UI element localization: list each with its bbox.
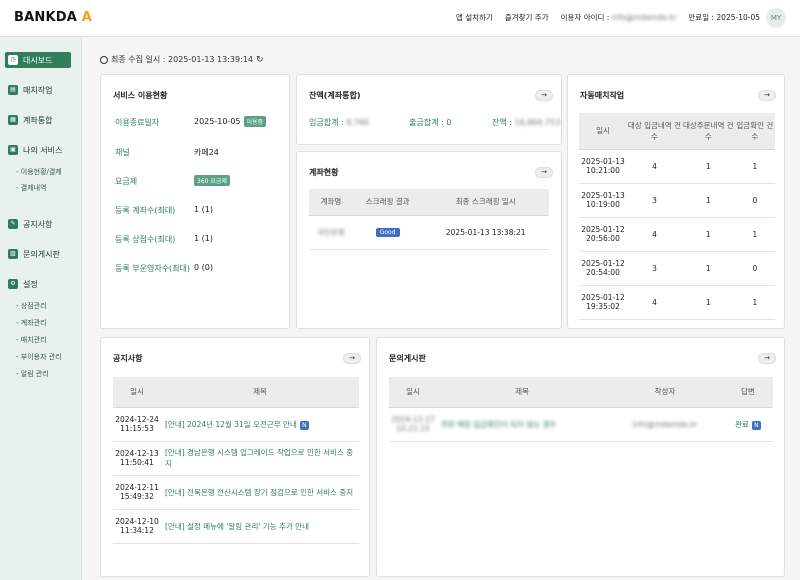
withdraw-total: 출금합계 : 0 [409, 118, 452, 127]
sidebar-sub-payment[interactable]: - 결제내역 [16, 183, 47, 193]
install-app-link[interactable]: 앱 설치하기 [456, 12, 493, 23]
account-more-button[interactable]: → [535, 167, 553, 178]
sidebar-sub-subuser[interactable]: - 부이용자 관리 [16, 352, 62, 362]
notice-card: 공지사항 → 일시 제목 2024-12-24 11:15:53 [안내] 202… [100, 337, 370, 577]
notice-more-button[interactable]: → [343, 353, 361, 364]
match-icon: ▤ [8, 85, 18, 95]
dashboard-icon: ◷ [8, 55, 18, 65]
plan-badge: 360 요금제 [194, 175, 230, 186]
service-value: 0 (0) [194, 263, 213, 272]
table-row: 2025-01-13 10:21:00 411 [579, 149, 775, 184]
add-favorite-link[interactable]: 즐겨찾기 추가 [505, 12, 549, 23]
sidebar-sub-usage[interactable]: - 이용현황/결제 [16, 167, 62, 177]
status-badge: 이용중 [243, 116, 267, 127]
sidebar-sub-account[interactable]: - 계좌관리 [16, 318, 47, 328]
service-label: 요금제 [115, 177, 138, 186]
sidebar-item-notice[interactable]: ✎ 공지사항 [8, 216, 52, 232]
clock-icon [100, 55, 108, 64]
deposit-total: 입금합계 : 8,760 [309, 118, 370, 127]
table-row: 2025-01-13 10:19:00 310 [579, 183, 775, 218]
balance-more-button[interactable]: → [535, 90, 553, 101]
sidebar-sub-match[interactable]: - 매치관리 [16, 335, 47, 345]
balance-total: 잔액 : 16,864,753 [492, 118, 561, 127]
service-label: 등록 상점수(최대) [115, 235, 176, 244]
notice-table: 일시 제목 2024-12-24 11:15:53 [안내] 2024년 12월 … [113, 377, 359, 544]
inquiry-more-button[interactable]: → [758, 353, 776, 364]
table-header: 일시 [113, 377, 161, 408]
table-row[interactable]: 2024-12-10 11:34:12 [안내] 설정 메뉴에 '알림 관리' 기… [113, 509, 359, 544]
inquiry-card: 문의게시판 → 일시 제목 작성자 답변 2024-12-27 10:21:15 … [376, 337, 785, 577]
service-label: 이용종료일자 [115, 118, 160, 127]
sidebar-sub-alarm[interactable]: - 알림 관리 [16, 369, 49, 379]
table-row: 2025-01-12 20:54:00 310 [579, 251, 775, 286]
user-id-label: 이용자 아이디 : info@mdamda.kr [560, 13, 677, 22]
settings-icon: ⚙ [8, 279, 18, 289]
table-header: 제목 [437, 377, 607, 408]
notice-title: 공지사항 [113, 354, 143, 363]
notice-icon: ✎ [8, 219, 18, 229]
new-badge: N [751, 420, 761, 430]
service-label: 등록 계좌수(최대) [115, 206, 176, 215]
last-collect-time: 최종 수집 일시 : 2025-01-13 13:39:14 ↻ [100, 54, 264, 65]
service-value: 360 요금제 [194, 175, 230, 186]
table-row[interactable]: 2024-12-24 11:15:53 [안내] 2024년 12월 31일 오전… [113, 407, 359, 442]
table-header: 스크래핑 결과 [352, 189, 423, 216]
inquiry-title: 문의게시판 [389, 354, 426, 363]
auto-match-card: 자동매치작업 → 일시 대상 입금내역 건수 대상주문내역 건수 입금확인 건수… [567, 74, 785, 329]
refresh-icon[interactable]: ↻ [256, 55, 264, 65]
main-content: 최종 수집 일시 : 2025-01-13 13:39:14 ↻ 서비스 이용현… [83, 37, 800, 580]
table-header: 제목 [161, 377, 359, 408]
table-row: 국민은행 Good 2025-01-13 13:38:21 [309, 215, 549, 250]
account-icon: ▦ [8, 115, 18, 125]
table-header: 대상 입금내역 건수 [627, 113, 682, 150]
sidebar-item-dashboard[interactable]: ◷ 대시보드 [5, 52, 71, 68]
service-value: 1 (1) [194, 234, 213, 243]
service-value: 2025-10-05 이용중 [194, 116, 267, 127]
inquiry-table: 일시 제목 작성자 답변 2024-12-27 10:21:15 주문 매칭 입금… [389, 377, 773, 442]
avatar[interactable]: MY [766, 8, 786, 28]
top-header: BANKDA A 앱 설치하기 즐겨찾기 추가 이용자 아이디 : info@m… [0, 0, 800, 37]
table-header: 답변 [723, 377, 773, 408]
service-value: 카페24 [194, 148, 219, 157]
table-header: 계좌명 [309, 189, 353, 216]
sidebar: ◷ 대시보드 ▤ 매치작업 ▦ 계좌통합 ▣ 나의 서비스 - 이용현황/결제 … [0, 37, 82, 580]
service-label: 등록 부운영자수(최대) [115, 264, 191, 273]
sidebar-item-my-service[interactable]: ▣ 나의 서비스 [8, 142, 62, 158]
table-header: 일시 [579, 113, 627, 150]
balance-title: 잔액(계좌통합) [309, 91, 361, 100]
table-header: 작성자 [607, 377, 723, 408]
board-icon: ▧ [8, 249, 18, 259]
balance-card: 잔액(계좌통합) → 입금합계 : 8,760 출금합계 : 0 잔액 : 16… [296, 74, 562, 145]
table-row: 2025-01-12 20:56:00 411 [579, 217, 775, 252]
sidebar-item-account[interactable]: ▦ 계좌통합 [8, 112, 52, 128]
new-badge: N [299, 420, 309, 430]
table-header: 입금확인 건수 [734, 113, 775, 150]
sidebar-sub-store[interactable]: - 상점관리 [16, 301, 47, 311]
account-status-card: 계좌현황 → 계좌명 스크래핑 결과 최종 스크래핑 일시 국민은행 Good … [296, 151, 562, 329]
sidebar-item-settings[interactable]: ⚙ 설정 [8, 276, 38, 292]
account-status-title: 계좌현황 [309, 168, 339, 177]
auto-match-table: 일시 대상 입금내역 건수 대상주문내역 건수 입금확인 건수 2025-01-… [579, 113, 775, 320]
table-row[interactable]: 2024-12-27 10:21:15 주문 매칭 입금확인이 되지 않는 경우 … [389, 407, 773, 442]
table-row: 2025-01-12 19:35:02 411 [579, 285, 775, 320]
service-label: 채널 [115, 148, 130, 157]
auto-match-more-button[interactable]: → [758, 90, 776, 101]
table-header: 일시 [389, 377, 437, 408]
account-table: 계좌명 스크래핑 결과 최종 스크래핑 일시 국민은행 Good 2025-01… [309, 189, 549, 250]
service-usage-card: 서비스 이용현황 이용종료일자 2025-10-05 이용중 채널 카페24 요금… [100, 74, 290, 329]
table-row[interactable]: 2024-12-13 11:50:41 [안내] 경남은행 시스템 업그레이드 작… [113, 441, 359, 476]
auto-match-title: 자동매치작업 [580, 91, 625, 100]
table-header: 최종 스크래핑 일시 [422, 189, 549, 216]
scrape-status-badge: Good [375, 228, 400, 237]
expire-date: 만료일 : 2025-10-05 [688, 13, 760, 22]
sidebar-item-match[interactable]: ▤ 매치작업 [8, 82, 52, 98]
service-value: 1 (1) [194, 205, 213, 214]
sidebar-item-board[interactable]: ▧ 문의게시판 [8, 246, 60, 262]
table-header: 대상주문내역 건수 [681, 113, 735, 150]
logo[interactable]: BANKDA A [14, 10, 92, 25]
service-icon: ▣ [8, 145, 18, 155]
table-row[interactable]: 2024-12-11 15:49:32 [안내] 전북은행 전산시스템 장기 점검… [113, 475, 359, 510]
header-links: 앱 설치하기 즐겨찾기 추가 이용자 아이디 : info@mdamda.kr … [456, 12, 760, 23]
service-usage-title: 서비스 이용현황 [113, 91, 168, 100]
